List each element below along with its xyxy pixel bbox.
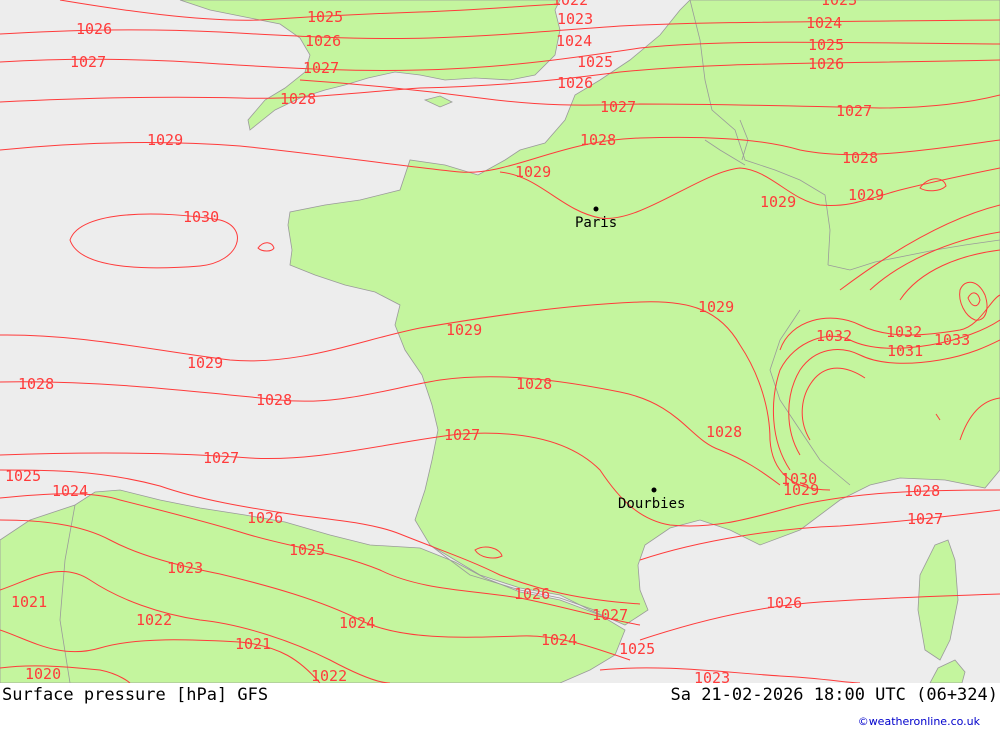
isobar-label: 1029 — [783, 481, 819, 499]
map-datetime: Sa 21-02-2026 18:00 UTC (06+324) — [670, 685, 998, 705]
isobar-label: 1029 — [848, 186, 884, 204]
isobar-label: 1027 — [836, 102, 872, 120]
isobar-label: 1028 — [18, 375, 54, 393]
isobar-label: 1027 — [444, 426, 480, 444]
map-footer: Surface pressure [hPa] GFS Sa 21-02-2026… — [0, 683, 1000, 733]
city-marker-paris — [593, 206, 599, 212]
isobar-label: 1026 — [247, 509, 283, 527]
city-marker-dourbies — [651, 487, 657, 493]
isobar-label: 1024 — [541, 631, 577, 649]
isobar-label: 1026 — [557, 74, 593, 92]
isobar-label: 1021 — [235, 635, 271, 653]
isobar-label: 1027 — [600, 98, 636, 116]
isobar-label: 1026 — [305, 32, 341, 50]
isobar-label: 1022 — [136, 611, 172, 629]
isobar-label: 1032 — [816, 327, 852, 345]
isobar-label: 1025 — [577, 53, 613, 71]
isobar-label: 1025 — [307, 8, 343, 26]
isobar-label: 1032 — [886, 323, 922, 341]
isobar-label: 1028 — [580, 131, 616, 149]
isobar-label: 1028 — [516, 375, 552, 393]
isobar-label: 1025 — [5, 467, 41, 485]
isobar-label: 1024 — [339, 614, 375, 632]
isobar-label: 1033 — [934, 331, 970, 349]
isobar-label: 1023 — [557, 10, 593, 28]
city-label-paris: Paris — [575, 215, 617, 231]
isobar-label: 1020 — [25, 665, 61, 683]
isobar-label: 1026 — [808, 55, 844, 73]
isobar-label: 1026 — [514, 585, 550, 603]
map-title: Surface pressure [hPa] GFS — [2, 685, 269, 705]
isobar-label: 1029 — [147, 131, 183, 149]
isobar-label: 1027 — [70, 53, 106, 71]
isobar-label: 1023 — [167, 559, 203, 577]
isobar-label: 1023 — [694, 669, 730, 683]
credit-link[interactable]: ©weatheronline.co.uk — [858, 715, 980, 728]
isobar-label: 1027 — [203, 449, 239, 467]
pressure-map: 1022 1023 1025 1026 1026 1027 1027 1028 … — [0, 0, 1000, 683]
isobar-label: 1027 — [592, 606, 628, 624]
isobar-label: 1024 — [806, 14, 842, 32]
isobar-label: 1026 — [76, 20, 112, 38]
isobar-label: 1024 — [556, 32, 592, 50]
isobar-label: 1021 — [11, 593, 47, 611]
isobar-label: 1029 — [187, 354, 223, 372]
isobar-label: 1029 — [698, 298, 734, 316]
isobar-label: 1029 — [760, 193, 796, 211]
isobar-label: 1024 — [52, 482, 88, 500]
isobar-label: 1022 — [311, 667, 347, 683]
isobar-label: 1027 — [907, 510, 943, 528]
map-canvas: 1022 1023 1025 1026 1026 1027 1027 1028 … — [0, 0, 1000, 683]
isobar-label: 1023 — [821, 0, 857, 9]
isobar-label: 1030 — [183, 208, 219, 226]
isobar-label: 1026 — [766, 594, 802, 612]
isobar-label: 1025 — [619, 640, 655, 658]
isobar-label: 1029 — [515, 163, 551, 181]
isobar-label: 1028 — [280, 90, 316, 108]
isobar-label: 1028 — [706, 423, 742, 441]
isobar-label: 1029 — [446, 321, 482, 339]
isobar-label: 1025 — [808, 36, 844, 54]
isobar-label: 1031 — [887, 342, 923, 360]
city-label-dourbies: Dourbies — [618, 496, 685, 512]
isobar-label: 1027 — [303, 59, 339, 77]
isobar-label: 1022 — [552, 0, 588, 9]
isobar-label: 1028 — [842, 149, 878, 167]
isobar-label: 1025 — [289, 541, 325, 559]
isobar-label: 1028 — [904, 482, 940, 500]
isobar-label: 1028 — [256, 391, 292, 409]
